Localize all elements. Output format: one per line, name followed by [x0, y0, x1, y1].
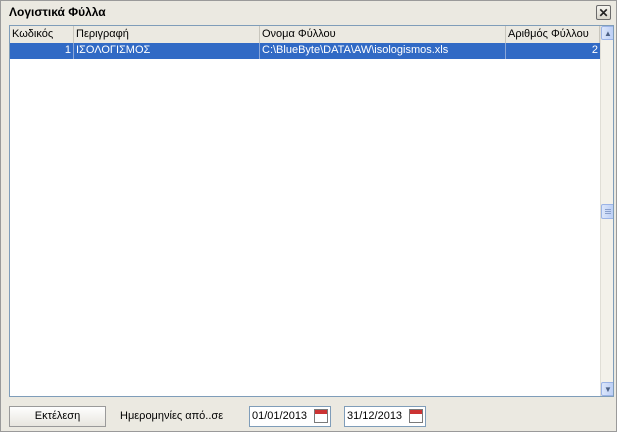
execute-button[interactable]: Εκτέλεση [9, 406, 106, 427]
column-header-description[interactable]: Περιγραφή [74, 26, 260, 43]
dialog-window: Λογιστικά Φύλλα ✕ Κωδικός Περιγραφή Ονομ… [0, 0, 617, 432]
scroll-thumb[interactable] [601, 204, 613, 219]
cell-file-name: C:\BlueByte\DATA\AW\isologismos.xls [260, 43, 506, 59]
table-row[interactable]: 1 ΙΣΟΛΟΓΙΣΜΟΣ C:\BlueByte\DATA\AW\isolog… [10, 43, 600, 59]
close-icon: ✕ [598, 5, 609, 20]
scroll-down-icon: ▼ [604, 384, 612, 394]
column-header-code[interactable]: Κωδικός [10, 26, 74, 43]
calendar-icon[interactable] [409, 409, 423, 423]
date-to-value: 31/12/2013 [347, 410, 403, 422]
cell-description: ΙΣΟΛΟΓΙΣΜΟΣ [74, 43, 260, 59]
scroll-up-button[interactable]: ▲ [601, 26, 613, 40]
calendar-icon[interactable] [314, 409, 328, 423]
scroll-up-icon: ▲ [604, 28, 612, 38]
date-from-field[interactable]: 01/01/2013 [249, 406, 331, 427]
dates-label: Ημερομηνίες από..σε [120, 410, 224, 422]
date-from-value: 01/01/2013 [252, 410, 308, 422]
vertical-scrollbar[interactable]: ▲ ▼ [600, 26, 613, 396]
sheets-grid[interactable]: Κωδικός Περιγραφή Ονομα Φύλλου Αριθμός Φ… [9, 25, 614, 397]
cell-sheet-number: 2 [591, 44, 598, 56]
cell-code: 1 [10, 43, 74, 59]
date-to-field[interactable]: 31/12/2013 [344, 406, 426, 427]
close-button[interactable]: ✕ [596, 5, 611, 20]
column-header-sheet-number[interactable]: Αριθμός Φύλλου [506, 26, 600, 43]
scroll-down-button[interactable]: ▼ [601, 382, 613, 396]
window-title: Λογιστικά Φύλλα [9, 5, 106, 19]
column-header-file-name[interactable]: Ονομα Φύλλου [260, 26, 506, 43]
grid-header: Κωδικός Περιγραφή Ονομα Φύλλου Αριθμός Φ… [10, 26, 600, 44]
